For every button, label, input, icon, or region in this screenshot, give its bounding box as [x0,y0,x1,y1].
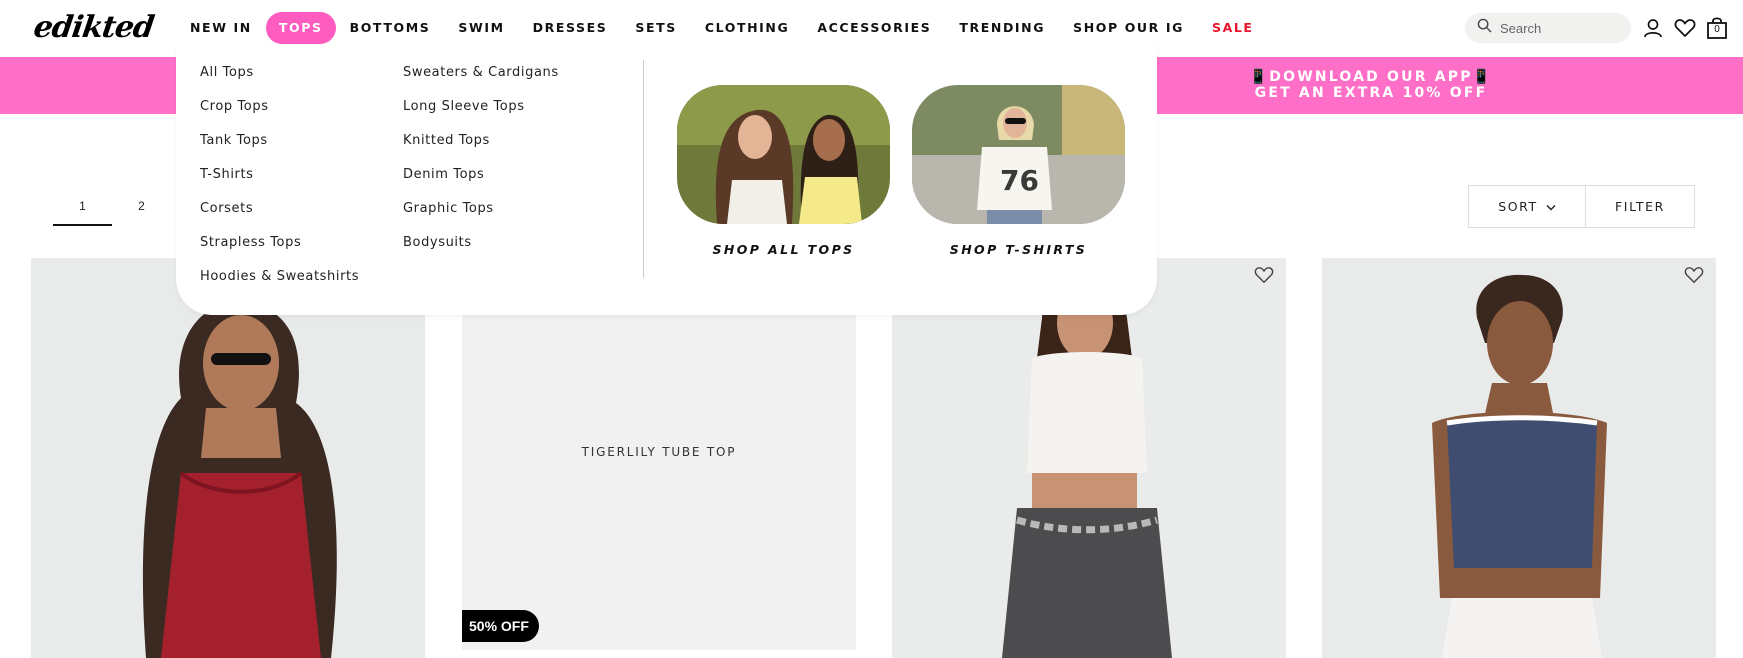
page-2-button[interactable]: 2 [112,190,171,226]
svg-text:76: 76 [1000,164,1039,197]
discount-badge: 50% OFF [462,610,539,642]
nav-tops[interactable]: TOPS [265,12,336,44]
sort-label: SORT [1498,199,1538,214]
menu-link-denim-tops[interactable]: Denim Tops [403,158,559,192]
search-input[interactable] [1500,20,1620,36]
product-name: TIGERLILY TUBE TOP [581,445,737,459]
product-image [892,258,1286,658]
nav-swim[interactable]: SWIM [444,12,518,44]
menu-link-sweaters-cardigans[interactable]: Sweaters & Cardigans [403,56,559,90]
nav-dresses[interactable]: DRESSES [519,12,622,44]
promo-shop-t-shirts[interactable]: 76 SHOP T-SHIRTS [912,85,1125,257]
nav-new-in[interactable]: NEW IN [176,12,266,44]
menu-link-knitted-tops[interactable]: Knitted Tops [403,124,559,158]
menu-link-hoodies-sweatshirts[interactable]: Hoodies & Sweatshirts [200,260,359,294]
banner-text: 📱DOWNLOAD OUR APP📱 GET AN EXTRA 10% OFF [1156,69,1586,101]
product-image [1322,258,1716,658]
page-1-button[interactable]: 1 [53,190,112,226]
banner-line-2: GET AN EXTRA 10% OFF [1254,85,1488,101]
nav-clothing[interactable]: CLOTHING [691,12,803,44]
wishlist-heart-icon[interactable] [1673,15,1697,41]
nav-trending[interactable]: TRENDING [945,12,1059,44]
promo-image: 76 [912,85,1125,224]
sort-filter-controls: SORT FILTER [1468,185,1695,228]
product-card[interactable] [892,258,1286,658]
search-icon [1477,18,1492,38]
menu-link-all-tops[interactable]: All Tops [200,56,359,90]
menu-link-crop-tops[interactable]: Crop Tops [200,90,359,124]
product-card[interactable] [31,258,425,658]
promo-image [677,85,890,224]
account-icon[interactable] [1641,15,1665,41]
menu-link-graphic-tops[interactable]: Graphic Tops [403,192,559,226]
product-card[interactable]: TIGERLILY TUBE TOP 50% OFF [462,310,856,650]
product-image [31,258,425,658]
product-card[interactable] [1322,258,1716,658]
pagination: 1 2 [53,190,171,226]
nav-accessories[interactable]: ACCESSORIES [803,12,945,44]
menu-link-bodysuits[interactable]: Bodysuits [403,226,559,260]
nav-bottoms[interactable]: BOTTOMS [336,12,445,44]
menu-link-tank-tops[interactable]: Tank Tops [200,124,359,158]
promo-label: SHOP T-SHIRTS [949,242,1088,257]
menu-link-t-shirts[interactable]: T-Shirts [200,158,359,192]
wishlist-heart-icon[interactable] [1684,266,1706,286]
nav-shop-our-ig[interactable]: SHOP OUR IG [1059,12,1198,44]
mega-menu-column-1: All Tops Crop Tops Tank Tops T-Shirts Co… [200,56,359,294]
cart-count: 0 [1714,24,1720,35]
menu-link-long-sleeve-tops[interactable]: Long Sleeve Tops [403,90,559,124]
mega-menu-column-2: Sweaters & Cardigans Long Sleeve Tops Kn… [403,56,559,260]
chevron-down-icon [1546,199,1556,214]
nav-sale[interactable]: SALE [1198,12,1268,44]
main-nav: NEW IN TOPS BOTTOMS SWIM DRESSES SETS CL… [176,12,1268,44]
brand-logo[interactable]: edikted [32,10,156,45]
banner-line-1: 📱DOWNLOAD OUR APP📱 [1249,69,1493,85]
cart-bag-icon[interactable]: 0 [1705,15,1729,41]
wishlist-heart-icon[interactable] [1254,266,1276,286]
tops-mega-menu: All Tops Crop Tops Tank Tops T-Shirts Co… [176,44,1157,315]
menu-link-strapless-tops[interactable]: Strapless Tops [200,226,359,260]
promo-shop-all-tops[interactable]: SHOP ALL TOPS [677,85,890,257]
search-bar[interactable] [1465,13,1631,43]
promo-label: SHOP ALL TOPS [712,242,855,257]
filter-button[interactable]: FILTER [1586,185,1695,228]
sort-button[interactable]: SORT [1468,185,1586,228]
nav-sets[interactable]: SETS [621,12,690,44]
menu-divider [643,60,644,278]
menu-link-corsets[interactable]: Corsets [200,192,359,226]
